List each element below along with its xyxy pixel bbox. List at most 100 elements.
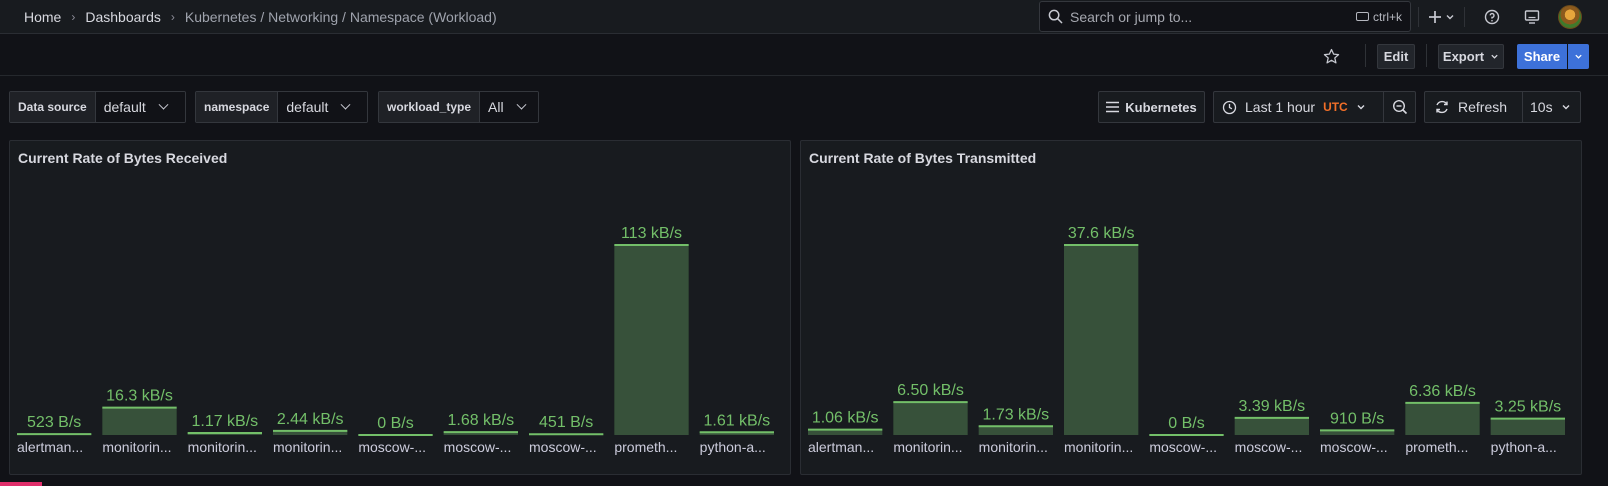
time-range-picker[interactable]: Last 1 hour UTC [1213, 91, 1384, 123]
edit-button[interactable]: Edit [1377, 44, 1415, 69]
breadcrumb: Home › Dashboards › Kubernetes / Network… [24, 0, 497, 34]
bar-value-label: 451 B/s [539, 414, 593, 431]
variable-label: workload_type [379, 92, 481, 122]
help-icon [1484, 9, 1500, 25]
divider [1418, 7, 1419, 27]
bar-value-label: 1.61 kB/s [703, 412, 770, 429]
chevron-down-icon [1575, 54, 1582, 59]
bar-category-label: monitorin... [979, 439, 1048, 455]
bar-value-label: 0 B/s [1168, 415, 1204, 432]
bar-value-label: 37.6 kB/s [1068, 225, 1135, 242]
bar-value-label: 2.44 kB/s [277, 411, 344, 428]
time-range-label: Last 1 hour [1245, 99, 1316, 115]
chevron-right-icon: › [170, 10, 175, 24]
bar-category-label: python-a... [1491, 439, 1557, 455]
chevron-down-icon [1491, 54, 1498, 59]
user-avatar[interactable] [1558, 5, 1582, 29]
bar[interactable] [978, 426, 1053, 435]
bottom-indicator [0, 482, 42, 486]
bar-category-label: monitorin... [188, 439, 257, 455]
bar[interactable] [1405, 402, 1480, 435]
bar[interactable] [893, 402, 968, 435]
bar[interactable] [102, 407, 177, 435]
bar-category-label: monitorin... [1064, 439, 1133, 455]
mark-favorite-button[interactable] [1321, 46, 1341, 66]
bar-category-label: python-a... [700, 439, 766, 455]
namespace-select[interactable]: default [278, 92, 367, 122]
workload-type-select[interactable]: All [480, 92, 538, 122]
bar-value-label: 16.3 kB/s [106, 388, 173, 405]
chevron-down-icon [516, 99, 527, 110]
bar[interactable] [1064, 245, 1139, 435]
edit-label: Edit [1383, 49, 1409, 64]
breadcrumb-home[interactable]: Home [24, 9, 61, 25]
bar-category-label: moscow-... [358, 439, 426, 455]
plus-icon [1428, 11, 1441, 23]
divider [1426, 44, 1427, 67]
list-icon [1106, 101, 1120, 113]
top-navbar: Home › Dashboards › Kubernetes / Network… [0, 0, 1608, 34]
share-dropdown-button[interactable] [1568, 44, 1589, 69]
refresh-interval-picker[interactable]: 10s [1522, 91, 1581, 123]
bar-category-label: moscow-... [529, 439, 597, 455]
bar-value-label: 3.25 kB/s [1494, 399, 1561, 416]
variable-value: All [488, 99, 504, 115]
chevron-down-icon [1562, 105, 1570, 110]
panel-bytes-transmitted[interactable]: Current Rate of Bytes Transmitted 1.06 k… [800, 140, 1582, 475]
chevron-down-icon [158, 99, 169, 110]
bar-value-label: 523 B/s [27, 414, 81, 431]
refresh-interval-label: 10s [1530, 99, 1553, 115]
share-label: Share [1523, 49, 1561, 64]
variable-label: namespace [196, 92, 279, 122]
bar-value-label: 113 kB/s [621, 225, 682, 242]
variable-workload-type: workload_type All [378, 91, 539, 123]
dashboard-toolbar: Edit Export Share [0, 35, 1608, 76]
bar-category-label: monitorin... [273, 439, 342, 455]
bar-value-label: 1.68 kB/s [447, 412, 514, 429]
refresh-button[interactable]: Refresh [1424, 91, 1523, 123]
bar[interactable] [614, 245, 689, 435]
bar-value-label: 1.73 kB/s [982, 406, 1049, 423]
bar-value-label: 1.17 kB/s [191, 413, 258, 430]
chevron-down-icon [1357, 105, 1365, 110]
bar-category-label: moscow-... [1320, 439, 1388, 455]
search-input[interactable]: Search or jump to... ctrl+k [1039, 1, 1411, 32]
bar-category-label: prometh... [614, 439, 677, 455]
monitor-icon [1524, 10, 1540, 24]
kubernetes-dashboards-link[interactable]: Kubernetes [1098, 91, 1205, 123]
bar-value-label: 6.36 kB/s [1409, 383, 1476, 400]
search-shortcut: ctrl+k [1355, 10, 1402, 24]
bar[interactable] [1490, 418, 1565, 435]
breadcrumb-dashboards[interactable]: Dashboards [85, 9, 161, 25]
bar-value-label: 1.06 kB/s [812, 410, 879, 427]
bar-category-label: alertman... [808, 439, 874, 455]
clock-icon [1222, 100, 1237, 114]
refresh-icon [1436, 100, 1448, 114]
bar[interactable] [1234, 417, 1309, 435]
bar-category-label: moscow-... [1149, 439, 1217, 455]
bar-category-label: monitorin... [102, 439, 171, 455]
refresh-label: Refresh [1458, 99, 1508, 115]
bar-value-label: 0 B/s [377, 415, 413, 432]
kubernetes-link-label: Kubernetes [1125, 99, 1197, 115]
export-label: Export [1442, 49, 1485, 64]
variable-datasource: Data source default [9, 91, 186, 123]
new-menu-button[interactable] [1424, 6, 1458, 28]
datasource-select[interactable]: default [95, 92, 185, 122]
variable-value: default [103, 99, 146, 115]
panel-bytes-received[interactable]: Current Rate of Bytes Received 523 B/s al… [9, 140, 791, 475]
divider [1365, 44, 1366, 67]
search-placeholder: Search or jump to... [1070, 8, 1193, 25]
export-button[interactable]: Export [1438, 44, 1504, 69]
share-button[interactable]: Share [1517, 44, 1567, 69]
timezone-label: UTC [1323, 100, 1348, 114]
help-button[interactable] [1483, 8, 1501, 26]
search-icon [1048, 9, 1063, 24]
zoom-out-icon [1392, 99, 1407, 115]
kiosk-mode-button[interactable] [1523, 8, 1541, 26]
zoom-out-button[interactable] [1383, 91, 1416, 123]
bar-value-label: 3.39 kB/s [1238, 398, 1305, 415]
bar-category-label: alertman... [17, 439, 83, 455]
bar-chart-bytes-transmitted: 1.06 kB/s alertman... 6.50 kB/s monitorin..… [808, 225, 1565, 455]
chevron-down-icon [1446, 15, 1453, 20]
